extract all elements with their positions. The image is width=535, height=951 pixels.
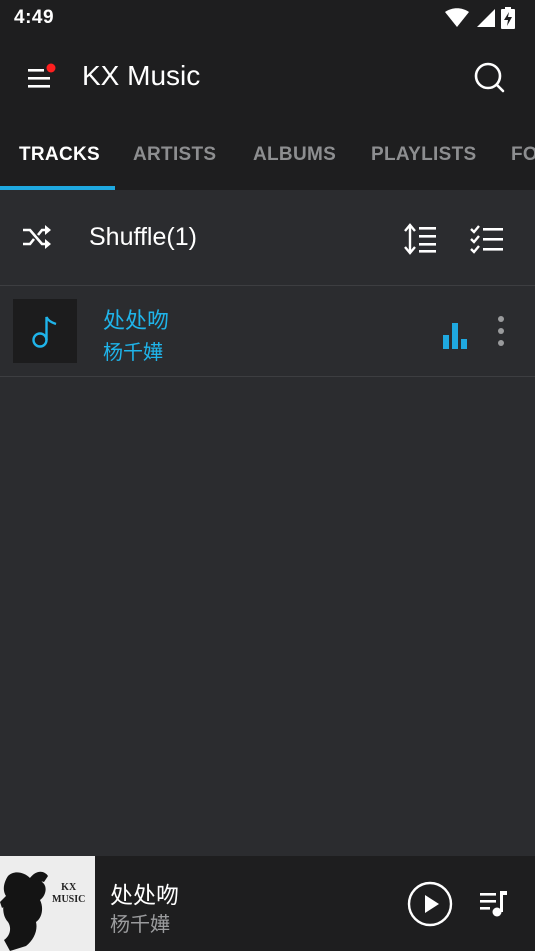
wifi-icon	[445, 8, 469, 27]
track-title: 处处吻	[103, 308, 170, 333]
menu-icon	[28, 63, 56, 88]
menu-button[interactable]	[26, 62, 58, 94]
search-icon	[474, 62, 505, 93]
sort-button[interactable]	[402, 220, 440, 258]
app-bar: KX Music	[0, 36, 535, 120]
more-vert-icon	[498, 316, 504, 346]
now-playing-artist: 杨千嬅	[110, 914, 170, 936]
cell-signal-icon	[477, 9, 495, 27]
queue-music-icon	[480, 891, 507, 917]
shuffle-icon	[23, 225, 51, 249]
album-art[interactable]: KX MUSIC	[0, 856, 95, 951]
tab-folders[interactable]: FO	[511, 120, 535, 190]
status-time: 4:49	[14, 7, 55, 28]
notification-dot	[46, 63, 56, 73]
queue-button[interactable]	[478, 887, 510, 919]
shuffle-button[interactable]	[20, 220, 54, 254]
equalizer-icon	[443, 323, 467, 349]
track-thumbnail	[13, 299, 77, 363]
tab-artists[interactable]: ARTISTS	[133, 120, 216, 190]
search-button[interactable]	[470, 58, 508, 96]
system-icons	[445, 7, 515, 29]
shuffle-bar: Shuffle(1)	[0, 190, 535, 286]
tab-albums[interactable]: ALBUMS	[253, 120, 336, 190]
play-icon	[407, 881, 453, 927]
tab-playlists[interactable]: PLAYLISTS	[371, 120, 476, 190]
track-more-button[interactable]	[492, 313, 510, 349]
tab-bar: TRACKS ARTISTS ALBUMS PLAYLISTS FO	[0, 120, 535, 190]
music-note-icon	[32, 316, 57, 348]
status-bar: 4:49	[0, 0, 535, 36]
now-playing-bar[interactable]: KX MUSIC 处处吻 杨千嬅	[0, 856, 535, 951]
shuffle-label[interactable]: Shuffle(1)	[89, 223, 197, 252]
tab-tracks[interactable]: TRACKS	[19, 120, 100, 190]
sort-icon	[404, 223, 436, 255]
album-art-logo: KX MUSIC	[52, 882, 86, 905]
multi-select-button[interactable]	[468, 220, 506, 258]
now-playing-title: 处处吻	[110, 882, 179, 908]
track-row[interactable]: 处处吻 杨千嬅	[0, 286, 535, 377]
battery-charging-icon	[501, 7, 515, 29]
checklist-icon	[470, 225, 503, 254]
track-artist: 杨千嬅	[103, 342, 163, 364]
play-button[interactable]	[407, 881, 453, 927]
app-title: KX Music	[82, 60, 201, 91]
